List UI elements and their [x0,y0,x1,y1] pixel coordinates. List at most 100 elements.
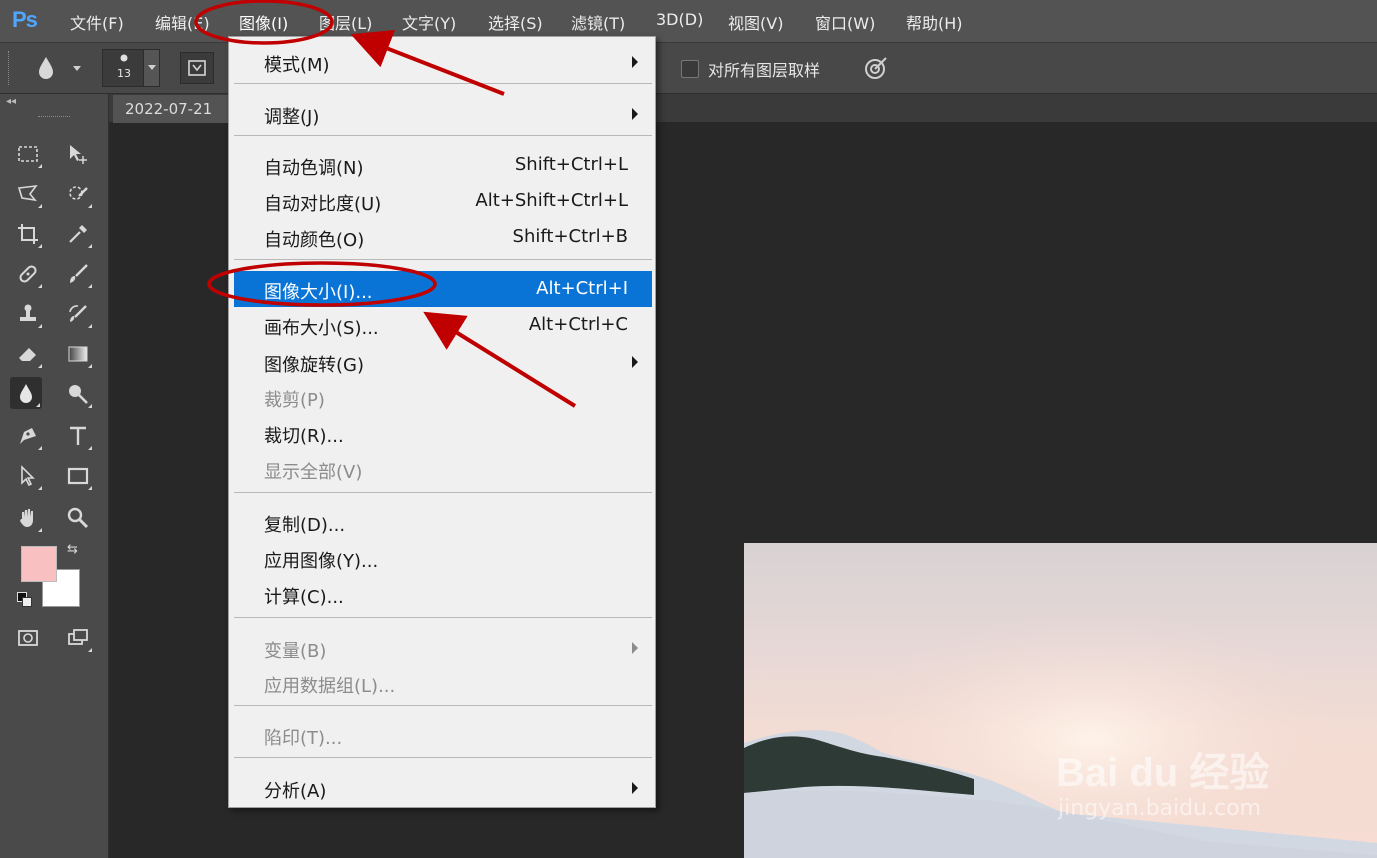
pressure-button[interactable] [860,53,892,83]
eraser-tool[interactable] [12,338,44,370]
eraser-icon [19,348,36,361]
menu-item-auto-tone[interactable]: 自动色调(N) Shift+Ctrl+L [234,148,652,182]
menu-item-label: 变量(B) [264,641,327,662]
quick-selection-icon [69,186,88,200]
dodge-tool[interactable] [62,378,94,410]
menu-edit[interactable]: 编辑(E) [155,10,210,34]
swap-colors-icon[interactable]: ⇆ [67,542,78,557]
menu-window[interactable]: 窗口(W) [815,10,875,34]
menu-separator [234,705,652,706]
menu-item-adjustments[interactable]: 调整(J) [234,97,652,131]
menu-item-label: 计算(C)... [264,587,344,608]
hand-tool[interactable] [12,502,44,534]
menu-item-variables: 变量(B) [234,631,652,665]
brush-panel-icon [188,60,206,76]
menu-item-image-size[interactable]: 图像大小(I)... Alt+Ctrl+I [234,271,652,307]
menu-item-image-rotation[interactable]: 图像旋转(G) [234,345,652,379]
pen-icon [20,428,36,444]
menu-item-label: 应用数据组(L)... [264,676,396,697]
watermark-url: jingyan.baidu.com [1058,796,1262,821]
history-brush-tool[interactable] [62,298,94,330]
foreground-color-swatch[interactable] [21,546,57,582]
menu-item-shortcut: Shift+Ctrl+B [512,226,628,247]
screen-mode-button[interactable] [62,622,94,654]
menu-image[interactable]: 图像(I) [239,10,288,34]
quick-mask-button[interactable] [12,622,44,654]
menu-item-trap: 陷印(T)... [234,718,652,752]
menu-view[interactable]: 视图(V) [728,10,783,34]
menu-item-mode[interactable]: 模式(M) [234,45,652,79]
eyedropper-tool[interactable] [62,218,94,250]
polygonal-lasso-tool[interactable] [12,178,44,210]
submenu-arrow-icon [632,782,638,794]
quick-mask-icon [18,630,38,646]
rectangular-marquee-tool[interactable] [12,138,44,170]
brush-size-value: 13 [117,67,131,80]
menu-separator [234,617,652,618]
menu-item-shortcut: Alt+Ctrl+I [536,278,628,299]
crop-icon [18,224,38,244]
menu-bar: Ps 文件(F) 编辑(E) 图像(I) 图层(L) 文字(Y) 选择(S) 滤… [0,0,1377,43]
menu-item-analysis[interactable]: 分析(A) [234,771,652,805]
menu-item-auto-contrast[interactable]: 自动对比度(U) Alt+Shift+Ctrl+L [234,184,652,218]
menu-item-duplicate[interactable]: 复制(D)... [234,505,652,539]
options-grip [8,51,13,85]
collapse-panel-icon[interactable]: ◂◂ [6,96,16,107]
zoom-icon [67,507,89,529]
image-menu-dropdown: 模式(M) 调整(J) 自动色调(N) Shift+Ctrl+L 自动对比度(U… [228,36,656,808]
menu-separator [234,135,652,136]
sample-all-layers-label: 对所有图层取样 [708,61,821,80]
menu-select[interactable]: 选择(S) [488,10,543,34]
menu-item-calculations[interactable]: 计算(C)... [234,577,652,611]
move-icon [70,145,87,164]
menu-item-trim[interactable]: 裁切(R)... [234,416,652,450]
pen-tool[interactable] [12,420,44,452]
gradient-tool[interactable] [62,338,94,370]
spot-healing-icon [19,265,37,283]
menu-separator [234,492,652,493]
menu-item-label: 裁切(R)... [264,426,344,447]
menu-item-canvas-size[interactable]: 画布大小(S)... Alt+Ctrl+C [234,308,652,342]
spot-healing-tool[interactable] [12,258,44,290]
zoom-tool[interactable] [62,502,94,534]
brush-size-dropdown[interactable] [143,50,159,86]
type-tool[interactable] [62,420,94,452]
sample-all-layers-checkbox[interactable] [681,60,699,78]
panel-grip[interactable] [38,116,70,119]
quick-selection-tool[interactable] [62,178,94,210]
blur-icon [20,384,32,403]
menu-item-apply-image[interactable]: 应用图像(Y)... [234,541,652,575]
crop-tool[interactable] [12,218,44,250]
menu-type[interactable]: 文字(Y) [402,10,456,34]
rectangle-shape-tool[interactable] [62,460,94,492]
clone-stamp-tool[interactable] [12,298,44,330]
blur-drop-icon [39,57,53,79]
menu-item-label: 复制(D)... [264,515,346,536]
menu-help[interactable]: 帮助(H) [906,10,963,34]
menu-layer[interactable]: 图层(L) [319,10,372,34]
menu-3d[interactable]: 3D(D) [656,10,703,29]
move-tool[interactable] [62,138,94,170]
menu-separator [234,757,652,758]
blur-tool-preset-button[interactable] [30,53,88,83]
menu-item-auto-color[interactable]: 自动颜色(O) Shift+Ctrl+B [234,220,652,254]
menu-item-label: 图像旋转(G) [264,355,364,376]
chevron-down-icon [73,66,81,71]
menu-file[interactable]: 文件(F) [70,10,124,34]
brush-tool[interactable] [62,258,94,290]
default-colors-icon[interactable] [17,592,32,607]
document-tab[interactable]: 2022-07-21 [113,95,245,123]
menu-item-label: 自动色调(N) [264,158,364,179]
path-selection-tool[interactable] [12,460,44,492]
menu-item-label: 调整(J) [264,107,320,128]
menu-item-label: 自动颜色(O) [264,230,365,251]
history-brush-icon [69,305,87,322]
brush-panel-button[interactable] [180,52,214,84]
brush-size-picker[interactable]: 13 [102,49,160,87]
menu-item-crop: 裁剪(P) [234,380,652,414]
menu-item-label: 分析(A) [264,781,327,802]
menu-filter[interactable]: 滤镜(T) [571,10,625,34]
menu-item-label: 画布大小(S)... [264,318,379,339]
blur-tool[interactable] [10,377,42,409]
menu-item-shortcut: Shift+Ctrl+L [514,154,628,175]
